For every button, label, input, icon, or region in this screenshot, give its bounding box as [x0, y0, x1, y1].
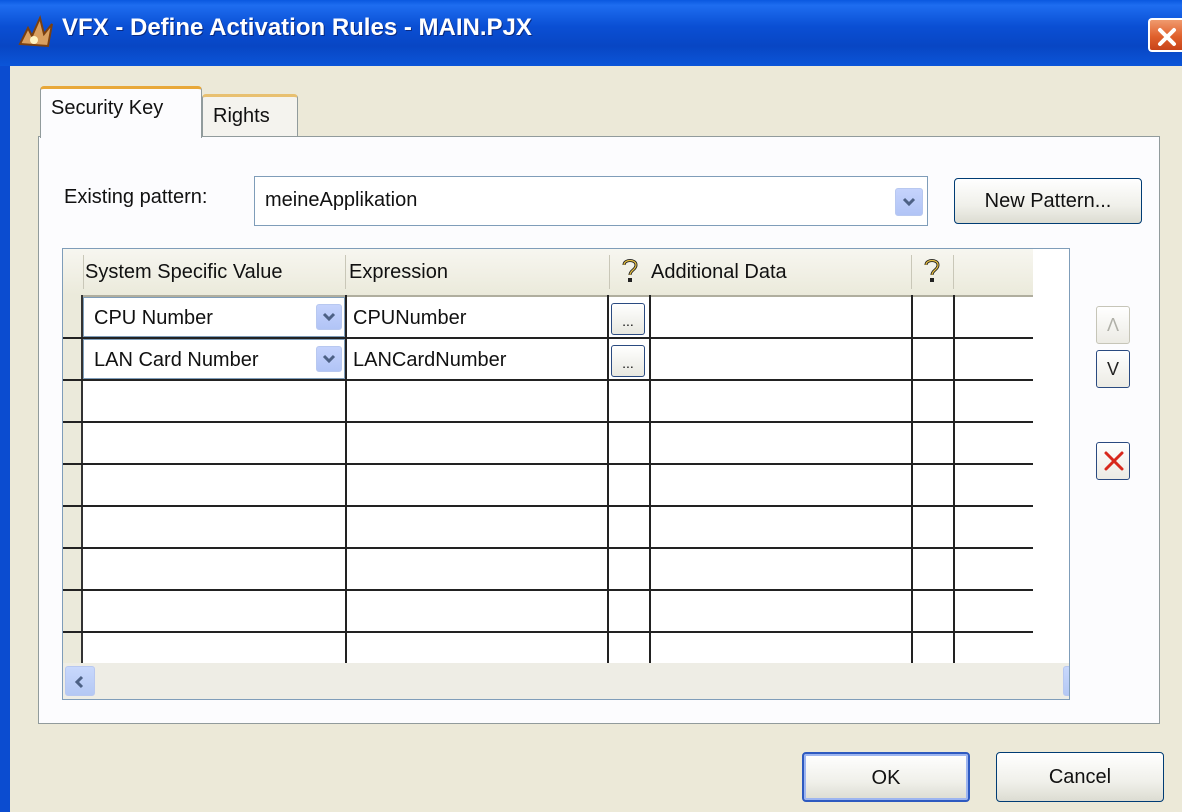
- dropdown-arrow-button[interactable]: [316, 304, 342, 330]
- title-bar[interactable]: VFX - Define Activation Rules - MAIN.PJX: [0, 0, 1182, 66]
- scroll-right-button[interactable]: [1063, 666, 1069, 696]
- ellipsis-button[interactable]: ...: [611, 303, 645, 335]
- system-value-dropdown[interactable]: CPU Number: [83, 297, 345, 337]
- delete-x-icon: [1104, 451, 1124, 471]
- move-up-button[interactable]: Λ: [1096, 306, 1130, 344]
- column-header-additional-data[interactable]: Additional Data: [651, 249, 787, 295]
- column-header-system-value[interactable]: System Specific Value: [85, 249, 283, 295]
- new-pattern-button[interactable]: New Pattern...: [954, 178, 1142, 224]
- system-value-text: LAN Card Number: [94, 349, 259, 371]
- row-selector-column[interactable]: [63, 295, 83, 663]
- chevron-down-icon: [322, 312, 336, 322]
- rules-grid: System Specific Value Expression Additio…: [62, 248, 1070, 700]
- question-mark-icon: [622, 259, 638, 282]
- move-down-button[interactable]: V: [1096, 350, 1130, 388]
- close-icon: [1158, 28, 1176, 46]
- expression-cell[interactable]: CPUNumber: [353, 307, 466, 330]
- delete-row-button[interactable]: [1096, 442, 1130, 480]
- question-mark-icon: [924, 259, 940, 282]
- system-value-text: CPU Number: [94, 307, 213, 329]
- chevron-down-icon: [902, 197, 916, 207]
- app-icon: [14, 14, 58, 52]
- chevron-down-icon: [322, 354, 336, 364]
- column-header-expression[interactable]: Expression: [349, 249, 448, 295]
- horizontal-scrollbar[interactable]: [63, 663, 1069, 699]
- tab-rights[interactable]: Rights: [202, 94, 298, 138]
- existing-pattern-label: Existing pattern:: [64, 186, 208, 208]
- existing-pattern-dropdown[interactable]: meineApplikation: [254, 176, 928, 226]
- dialog-window: VFX - Define Activation Rules - MAIN.PJX…: [0, 0, 1182, 812]
- close-button[interactable]: [1148, 18, 1182, 52]
- dropdown-arrow-button[interactable]: [895, 188, 923, 216]
- expression-cell[interactable]: LANCardNumber: [353, 349, 506, 372]
- window-border: [0, 66, 10, 812]
- tab-rights-label: Rights: [213, 105, 270, 127]
- system-value-dropdown[interactable]: LAN Card Number: [83, 339, 345, 379]
- cancel-button[interactable]: Cancel: [996, 752, 1164, 802]
- ellipsis-button[interactable]: ...: [611, 345, 645, 377]
- ok-button[interactable]: OK: [802, 752, 970, 802]
- column-header-help-1[interactable]: [619, 249, 641, 295]
- scroll-left-button[interactable]: [65, 666, 95, 696]
- chevron-left-icon: [74, 675, 84, 689]
- existing-pattern-value: meineApplikation: [265, 189, 418, 211]
- window-title: VFX - Define Activation Rules - MAIN.PJX: [62, 14, 532, 41]
- dropdown-arrow-button[interactable]: [316, 346, 342, 372]
- tab-security-key[interactable]: Security Key: [40, 86, 202, 138]
- tab-security-key-label: Security Key: [51, 97, 164, 119]
- grid-header: System Specific Value Expression Additio…: [63, 249, 1033, 297]
- column-header-help-2[interactable]: [921, 249, 943, 295]
